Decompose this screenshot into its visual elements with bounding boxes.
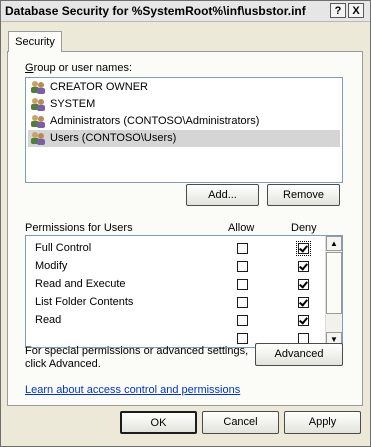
user-name: Administrators (CONTOSO\Administrators) bbox=[50, 115, 260, 127]
allow-checkbox[interactable] bbox=[237, 261, 248, 272]
list-item[interactable]: CREATOR OWNER bbox=[28, 79, 340, 96]
allow-header: Allow bbox=[228, 222, 255, 234]
permission-name: List Folder Contents bbox=[35, 296, 134, 308]
ok-button[interactable]: OK bbox=[120, 411, 197, 434]
add-button[interactable]: Add... bbox=[186, 184, 259, 206]
deny-checkbox[interactable] bbox=[298, 261, 309, 272]
dialog-body: Security Group or user names: CREATOR OW… bbox=[2, 22, 369, 445]
table-row: Read and Execute bbox=[26, 276, 326, 294]
user-name: Users (CONTOSO\Users) bbox=[50, 132, 177, 144]
user-name: CREATOR OWNER bbox=[50, 81, 148, 93]
close-button[interactable]: X bbox=[348, 3, 364, 18]
users-group-icon bbox=[31, 81, 45, 94]
advanced-hint-line2: click Advanced. bbox=[25, 358, 101, 370]
list-item[interactable]: Administrators (CONTOSO\Administrators) bbox=[28, 113, 340, 130]
deny-header: Deny bbox=[291, 222, 317, 234]
table-row: Read bbox=[26, 312, 326, 330]
users-group-icon bbox=[31, 115, 45, 128]
tab-security[interactable]: Security bbox=[8, 31, 62, 52]
table-row: Modify bbox=[26, 258, 326, 276]
allow-checkbox[interactable] bbox=[237, 297, 248, 308]
permission-name: Read and Execute bbox=[35, 278, 126, 290]
scroll-up-icon[interactable]: ▲ bbox=[326, 236, 342, 251]
deny-checkbox[interactable] bbox=[298, 315, 309, 326]
group-label: Group or user names: bbox=[25, 62, 132, 74]
table-row: List Folder Contents bbox=[26, 294, 326, 312]
learn-more-link[interactable]: Learn about access control and permissio… bbox=[25, 384, 240, 396]
permissions-label: Permissions for Users bbox=[25, 222, 133, 234]
list-item[interactable]: SYSTEM bbox=[28, 96, 340, 113]
users-group-icon bbox=[31, 98, 45, 111]
table-row: Full Control bbox=[26, 240, 326, 258]
permissions-list[interactable]: Full Control Modify Read and Execute Lis… bbox=[25, 235, 343, 348]
deny-checkbox[interactable] bbox=[296, 241, 311, 256]
window-title: Database Security for %SystemRoot%\inf\u… bbox=[5, 4, 306, 18]
advanced-hint-line1: For special permissions or advanced sett… bbox=[25, 345, 249, 357]
permission-name: Read bbox=[35, 314, 62, 326]
allow-checkbox[interactable] bbox=[237, 333, 248, 344]
user-list[interactable]: CREATOR OWNER SYSTEM Administrators (CON… bbox=[25, 77, 343, 183]
dialog-window: Database Security for %SystemRoot%\inf\u… bbox=[0, 0, 371, 447]
advanced-button[interactable]: Advanced bbox=[255, 343, 343, 366]
group-label-rest: roup or user names: bbox=[33, 62, 132, 74]
allow-checkbox[interactable] bbox=[237, 243, 248, 254]
users-group-icon bbox=[31, 132, 45, 145]
permission-name: Modify bbox=[35, 260, 68, 272]
remove-button[interactable]: Remove bbox=[267, 184, 340, 206]
allow-checkbox[interactable] bbox=[237, 315, 248, 326]
list-item-selected[interactable]: Users (CONTOSO\Users) bbox=[28, 130, 340, 147]
allow-checkbox[interactable] bbox=[237, 279, 248, 290]
scrollbar[interactable]: ▲ ▼ bbox=[325, 236, 342, 347]
title-bar[interactable]: Database Security for %SystemRoot%\inf\u… bbox=[1, 1, 370, 22]
apply-button[interactable]: Apply bbox=[284, 411, 361, 434]
permission-name: Full Control bbox=[35, 242, 92, 254]
scroll-thumb[interactable] bbox=[326, 252, 342, 314]
cancel-button[interactable]: Cancel bbox=[202, 411, 279, 434]
deny-checkbox[interactable] bbox=[298, 279, 309, 290]
deny-checkbox[interactable] bbox=[298, 297, 309, 308]
help-button[interactable]: ? bbox=[330, 3, 346, 18]
group-label-accel: G bbox=[25, 62, 34, 74]
user-name: SYSTEM bbox=[50, 98, 96, 110]
